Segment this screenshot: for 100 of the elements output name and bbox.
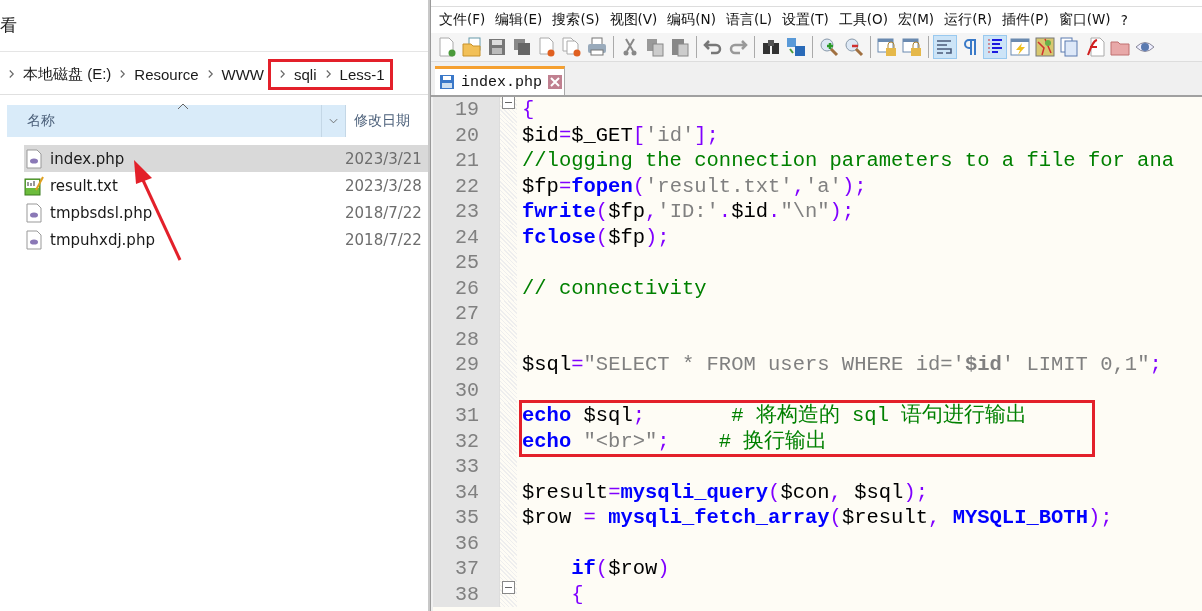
- code-line: $sql="SELECT * FROM users WHERE id='$id' LIMIT 0,1";: [522, 352, 1162, 378]
- zoom-out-button[interactable]: [842, 35, 866, 59]
- language-define-button[interactable]: [1008, 35, 1032, 59]
- file-row[interactable]: tmpbsdsl.php 2018/7/22: [24, 199, 428, 226]
- function-doc-icon: [1085, 37, 1105, 57]
- lightning-window-icon: [1010, 37, 1030, 57]
- menu-item[interactable]: 编辑(E): [490, 11, 548, 29]
- word-wrap-icon: [935, 37, 955, 57]
- binoculars-icon: [761, 37, 781, 57]
- close-icon[interactable]: [548, 75, 562, 89]
- line-number: 20: [455, 122, 479, 148]
- file-name: index.php: [50, 149, 126, 168]
- new-file-icon: [437, 37, 457, 57]
- line-number: 26: [455, 275, 479, 301]
- breadcrumb-item[interactable]: sqli: [294, 65, 317, 83]
- file-row[interactable]: tmpuhxdj.php 2018/7/22: [24, 226, 428, 253]
- zoom-in-button[interactable]: [817, 35, 841, 59]
- file-date: 2023/3/28: [345, 176, 422, 195]
- php-file-icon: [26, 148, 42, 169]
- sync-scroll-button[interactable]: [875, 35, 899, 59]
- undo-icon: [703, 37, 723, 57]
- php-file-icon: [26, 202, 42, 223]
- code-line: $row = mysqli_fetch_array($result, MYSQLI_BOTH);: [522, 505, 1113, 531]
- open-file-button[interactable]: [460, 35, 484, 59]
- line-number: 25: [455, 250, 479, 276]
- menu-item[interactable]: 宏(M): [892, 11, 940, 29]
- menu-item[interactable]: 视图(V): [604, 11, 663, 29]
- file-date: 2018/7/22: [345, 203, 422, 222]
- code-line: $fp=fopen('result.txt','a');: [522, 173, 867, 199]
- ribbon-tab[interactable]: 看: [0, 14, 17, 37]
- sync-scroll-button[interactable]: [900, 35, 924, 59]
- menu-item[interactable]: 插件(P): [997, 11, 1054, 29]
- folder-icon: [462, 37, 482, 57]
- code-line: if($row): [570, 556, 670, 582]
- file-date: 2018/7/22: [345, 230, 422, 249]
- breadcrumb-item[interactable]: Resource: [134, 65, 199, 83]
- file-row[interactable]: result.txt 2023/3/28: [24, 172, 428, 199]
- menu-item[interactable]: 窗口(W): [1053, 11, 1116, 29]
- line-number: 34: [455, 479, 479, 505]
- line-number: 36: [455, 530, 479, 556]
- zoom-in-icon: [819, 37, 839, 57]
- chevron-icon: [279, 69, 287, 79]
- code-line: {: [522, 97, 535, 123]
- print-button[interactable]: [585, 35, 609, 59]
- menu-item[interactable]: ?: [1115, 12, 1133, 28]
- file-remove-icon: [537, 37, 557, 57]
- line-number: 30: [455, 377, 479, 403]
- window-lock-icon: [877, 37, 897, 57]
- menu-item[interactable]: 设置(T): [777, 11, 834, 29]
- window-lock-icon: [902, 37, 922, 57]
- code-line: $id=$_GET['id'];: [522, 122, 719, 148]
- line-number: 38: [455, 581, 479, 607]
- code-line: fwrite($fp,'ID:'.$id."\n");: [522, 199, 855, 225]
- code-line: echo $sql; # 将构造的 sql 语句进行输出: [522, 403, 1028, 429]
- code-line: {: [570, 581, 584, 607]
- breadcrumb-item[interactable]: WWW: [221, 65, 265, 83]
- map-icon: [1035, 37, 1055, 57]
- replace-button[interactable]: [784, 35, 808, 59]
- indent-guide-button[interactable]: [983, 35, 1007, 59]
- breadcrumb-item[interactable]: 本地磁盘 (E:): [23, 64, 112, 84]
- documents-icon: [1060, 37, 1080, 57]
- document-map-button[interactable]: [1033, 35, 1057, 59]
- line-number: 29: [455, 352, 479, 378]
- menu-item[interactable]: 运行(R): [939, 11, 998, 29]
- breadcrumb-item[interactable]: Less-1: [339, 65, 385, 83]
- menu-item[interactable]: 编码(N): [662, 11, 721, 29]
- code-line: // connectivity: [522, 275, 707, 301]
- code-line: echo "<br>"; # 换行输出: [522, 428, 828, 454]
- file-name: result.txt: [50, 176, 119, 195]
- column-header[interactable]: 修改日期: [354, 105, 410, 137]
- sort-caret-icon: [177, 103, 189, 110]
- menu-item[interactable]: 文件(F): [434, 11, 491, 29]
- line-number: 32: [455, 428, 479, 454]
- line-number: 21: [455, 148, 479, 174]
- menu-item[interactable]: 搜索(S): [547, 11, 605, 29]
- clipboard-icon: [670, 37, 690, 57]
- copy-icon: [645, 37, 665, 57]
- printer-icon: [587, 37, 607, 57]
- chevron-icon: [119, 69, 127, 79]
- files-remove-icon: [562, 37, 582, 57]
- replace-icon: [786, 37, 806, 57]
- fold-minus-icon[interactable]: [502, 580, 515, 594]
- php-file-icon: [26, 229, 42, 250]
- line-number: 28: [455, 326, 479, 352]
- chevron-icon: [8, 69, 15, 79]
- file-tab[interactable]: index.php: [435, 66, 565, 95]
- line-number: 37: [455, 556, 479, 582]
- menu-item[interactable]: 语言(L): [720, 11, 777, 29]
- redo-icon: [728, 37, 748, 57]
- file-name: tmpbsdsl.php: [50, 203, 154, 222]
- floppy-disks-icon: [512, 37, 532, 57]
- menu-item[interactable]: 工具(O): [833, 11, 893, 29]
- fold-minus-icon[interactable]: [502, 97, 515, 109]
- file-row[interactable]: index.php 2023/3/21: [24, 145, 428, 172]
- zoom-out-icon: [844, 37, 864, 57]
- code-line: //logging the connection parameters to a file for ana: [522, 148, 1174, 174]
- column-header[interactable]: 名称: [7, 105, 346, 137]
- code-line: fclose($fp);: [522, 224, 670, 250]
- word-wrap-button[interactable]: [933, 35, 957, 59]
- chevron-icon: [206, 69, 214, 79]
